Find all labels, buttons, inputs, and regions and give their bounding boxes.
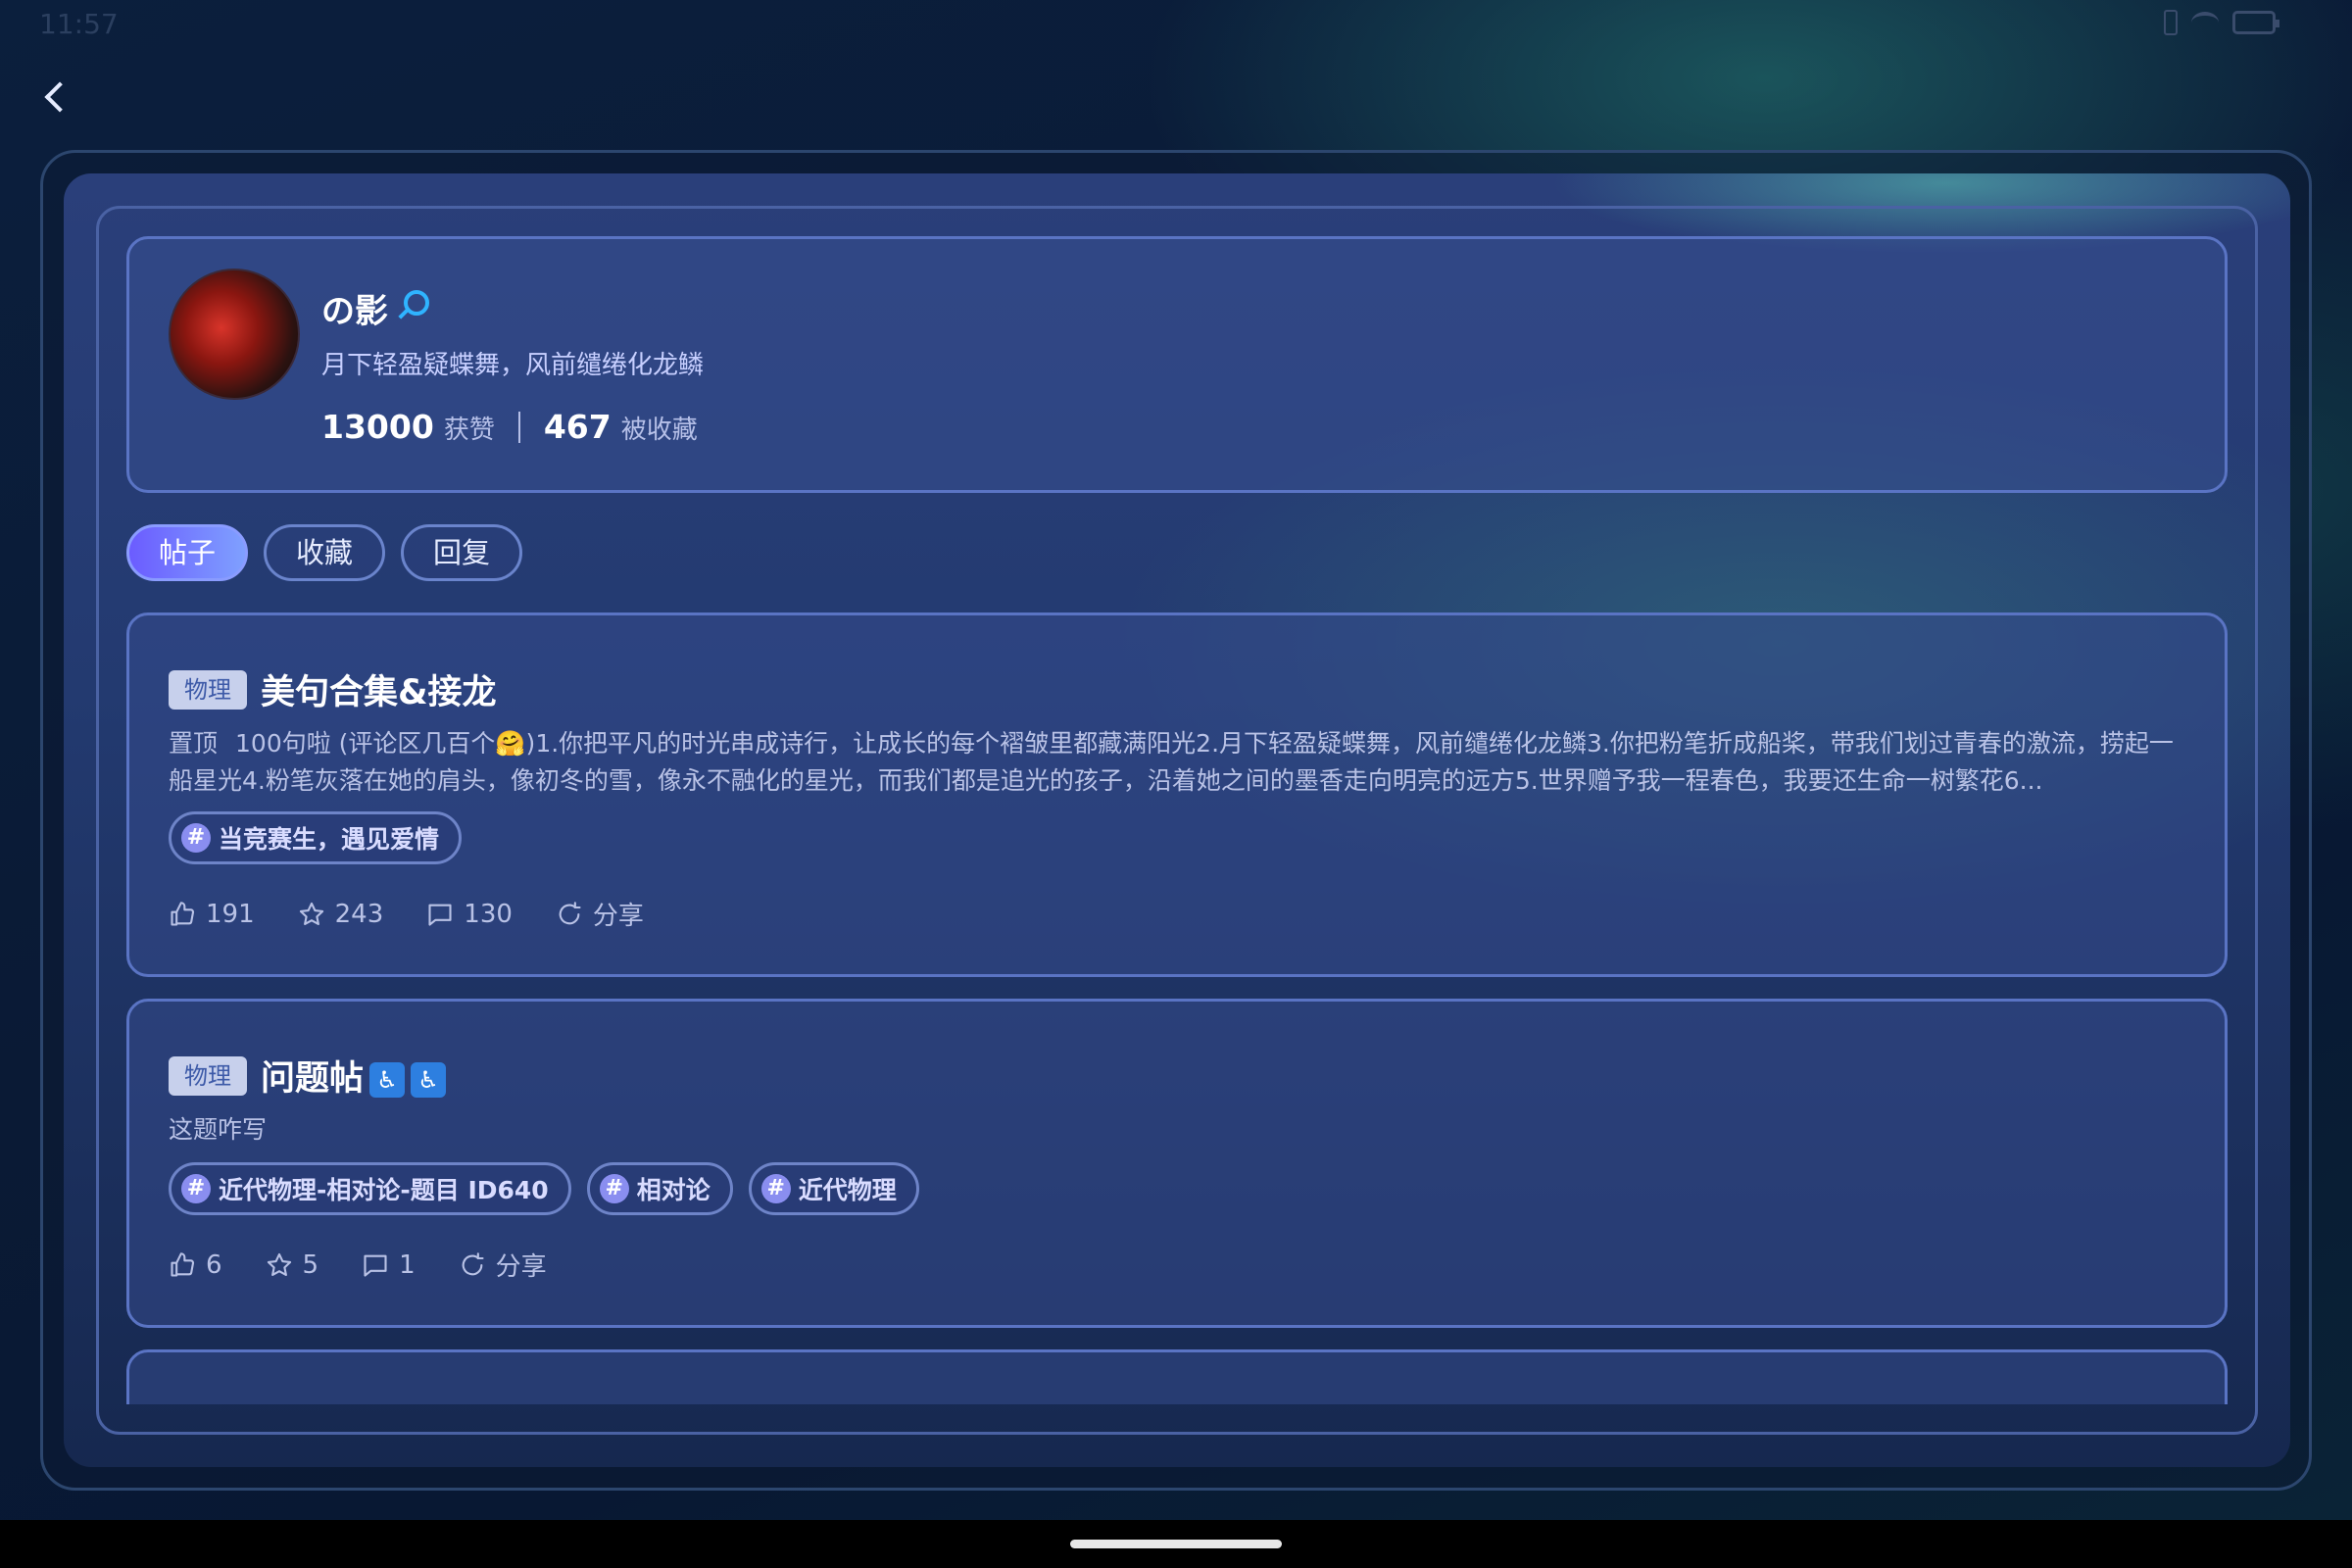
category-badge: 物理: [169, 669, 247, 710]
star-icon: [266, 1251, 293, 1279]
username: の影: [321, 292, 388, 331]
post-card[interactable]: 物理 美句合集&接龙 置顶 100句啦 (评论区几百个🤗)1.你把平凡的时光串成诗…: [126, 612, 2228, 977]
share-button[interactable]: 分享: [556, 896, 644, 932]
like-button[interactable]: 191: [169, 900, 255, 929]
share-button[interactable]: 分享: [459, 1247, 547, 1283]
tag-row: # 当竞赛生，遇见爱情: [169, 811, 463, 864]
post-body: 这题咋写: [169, 1115, 268, 1144]
tab-favorites[interactable]: 收藏: [264, 524, 386, 581]
share-label: 分享: [592, 902, 644, 931]
tag-row: # 近代物理-相对论-题目 ID640 # 相对论 # 近代物理: [169, 1162, 919, 1215]
thumbs-up-icon: [169, 901, 196, 928]
stat-divider: [517, 411, 520, 443]
post-card[interactable]: [126, 1349, 2228, 1404]
status-time: 11:57: [39, 8, 119, 40]
post-header: 物理 问题帖 ♿ ♿: [169, 1051, 447, 1101]
likes-count: 13000: [321, 408, 434, 446]
likes-label: 获赞: [443, 416, 495, 445]
like-count: 6: [206, 1250, 222, 1280]
topic-tag[interactable]: # 相对论: [586, 1162, 733, 1215]
comment-icon: [362, 1251, 389, 1279]
bio: 月下轻盈疑蝶舞，风前缱绻化龙鳞: [321, 351, 705, 380]
thumbs-up-icon: [169, 1251, 196, 1279]
gender-icon: [404, 290, 429, 316]
comment-button[interactable]: 1: [362, 1250, 416, 1280]
star-count: 5: [302, 1250, 319, 1280]
status-bar: 11:57: [0, 0, 2352, 51]
star-button[interactable]: 243: [298, 899, 384, 929]
favorites-count: 467: [543, 408, 612, 446]
post-body-text: 100句啦 (评论区几百个🤗)1.你把平凡的时光串成诗行，让成长的每个褶皱里都藏…: [169, 729, 2174, 795]
back-button[interactable]: [37, 76, 76, 116]
topic-tag[interactable]: # 近代物理: [748, 1162, 919, 1215]
profile-card: の影 月下轻盈疑蝶舞，风前缱绻化龙鳞 13000 获赞 467 被收藏: [126, 236, 2228, 493]
battery-icon: [2232, 11, 2279, 34]
post-title: 问题帖 ♿ ♿: [261, 1051, 447, 1101]
post-actions: 6 5 1 分享: [169, 1247, 590, 1283]
category-badge: 物理: [169, 1055, 247, 1096]
tag-label: 近代物理: [798, 1176, 897, 1204]
post-header: 物理 美句合集&接龙: [169, 664, 497, 714]
home-indicator[interactable]: [1070, 1540, 1282, 1548]
post-actions: 191 243 130 分享: [169, 896, 687, 932]
comment-count: 1: [399, 1250, 416, 1280]
like-button[interactable]: 6: [169, 1250, 222, 1280]
topic-tag[interactable]: # 近代物理-相对论-题目 ID640: [169, 1162, 571, 1215]
navigation-bar: [0, 1520, 2352, 1568]
share-icon: [556, 901, 583, 928]
status-icons: [2164, 10, 2279, 35]
favorites-label: 被收藏: [620, 416, 698, 445]
comment-count: 130: [464, 899, 513, 929]
profile-stats: 13000 获赞 467 被收藏: [321, 408, 698, 446]
wheelchair-emoji: ♿: [411, 1062, 447, 1098]
post-card[interactable]: 物理 问题帖 ♿ ♿ 这题咋写 # 近代物理-相对论-题目 ID640 # 相对论 …: [126, 999, 2228, 1328]
post-title: 美句合集&接龙: [261, 673, 497, 712]
avatar[interactable]: [169, 269, 300, 400]
topic-tag[interactable]: # 当竞赛生，遇见爱情: [169, 811, 463, 864]
comment-icon: [426, 901, 454, 928]
comment-button[interactable]: 130: [426, 900, 513, 929]
like-count: 191: [206, 899, 255, 929]
post-body: 置顶 100句啦 (评论区几百个🤗)1.你把平凡的时光串成诗行，让成长的每个褶皱里…: [169, 725, 2187, 800]
pinned-label: 置顶: [169, 729, 219, 758]
bluetooth-icon: [2164, 10, 2178, 35]
scroll-area[interactable]: の影 月下轻盈疑蝶舞，风前缱绻化龙鳞 13000 获赞 467 被收藏 帖子 收…: [99, 209, 2255, 1404]
tab-replies[interactable]: 回复: [401, 524, 523, 581]
content-frame: の影 月下轻盈疑蝶舞，风前缱绻化龙鳞 13000 获赞 467 被收藏 帖子 收…: [96, 206, 2258, 1435]
share-label: 分享: [495, 1252, 547, 1282]
tab-bar: 帖子 收藏 回复: [126, 524, 523, 581]
tag-label: 近代物理-相对论-题目 ID640: [219, 1176, 549, 1204]
star-button[interactable]: 5: [266, 1250, 319, 1280]
tag-label: 相对论: [636, 1176, 710, 1204]
tag-label: 当竞赛生，遇见爱情: [219, 825, 440, 854]
share-icon: [459, 1251, 486, 1279]
wheelchair-emoji: ♿: [369, 1062, 406, 1098]
star-count: 243: [334, 899, 384, 929]
hash-icon: #: [760, 1174, 791, 1203]
hash-icon: #: [599, 1174, 629, 1203]
hash-icon: #: [181, 1174, 211, 1203]
star-icon: [298, 901, 325, 928]
hash-icon: #: [181, 823, 211, 853]
tab-posts[interactable]: 帖子: [126, 524, 249, 581]
post-title-text: 问题帖: [261, 1059, 365, 1099]
wifi-icon: [2191, 12, 2219, 33]
